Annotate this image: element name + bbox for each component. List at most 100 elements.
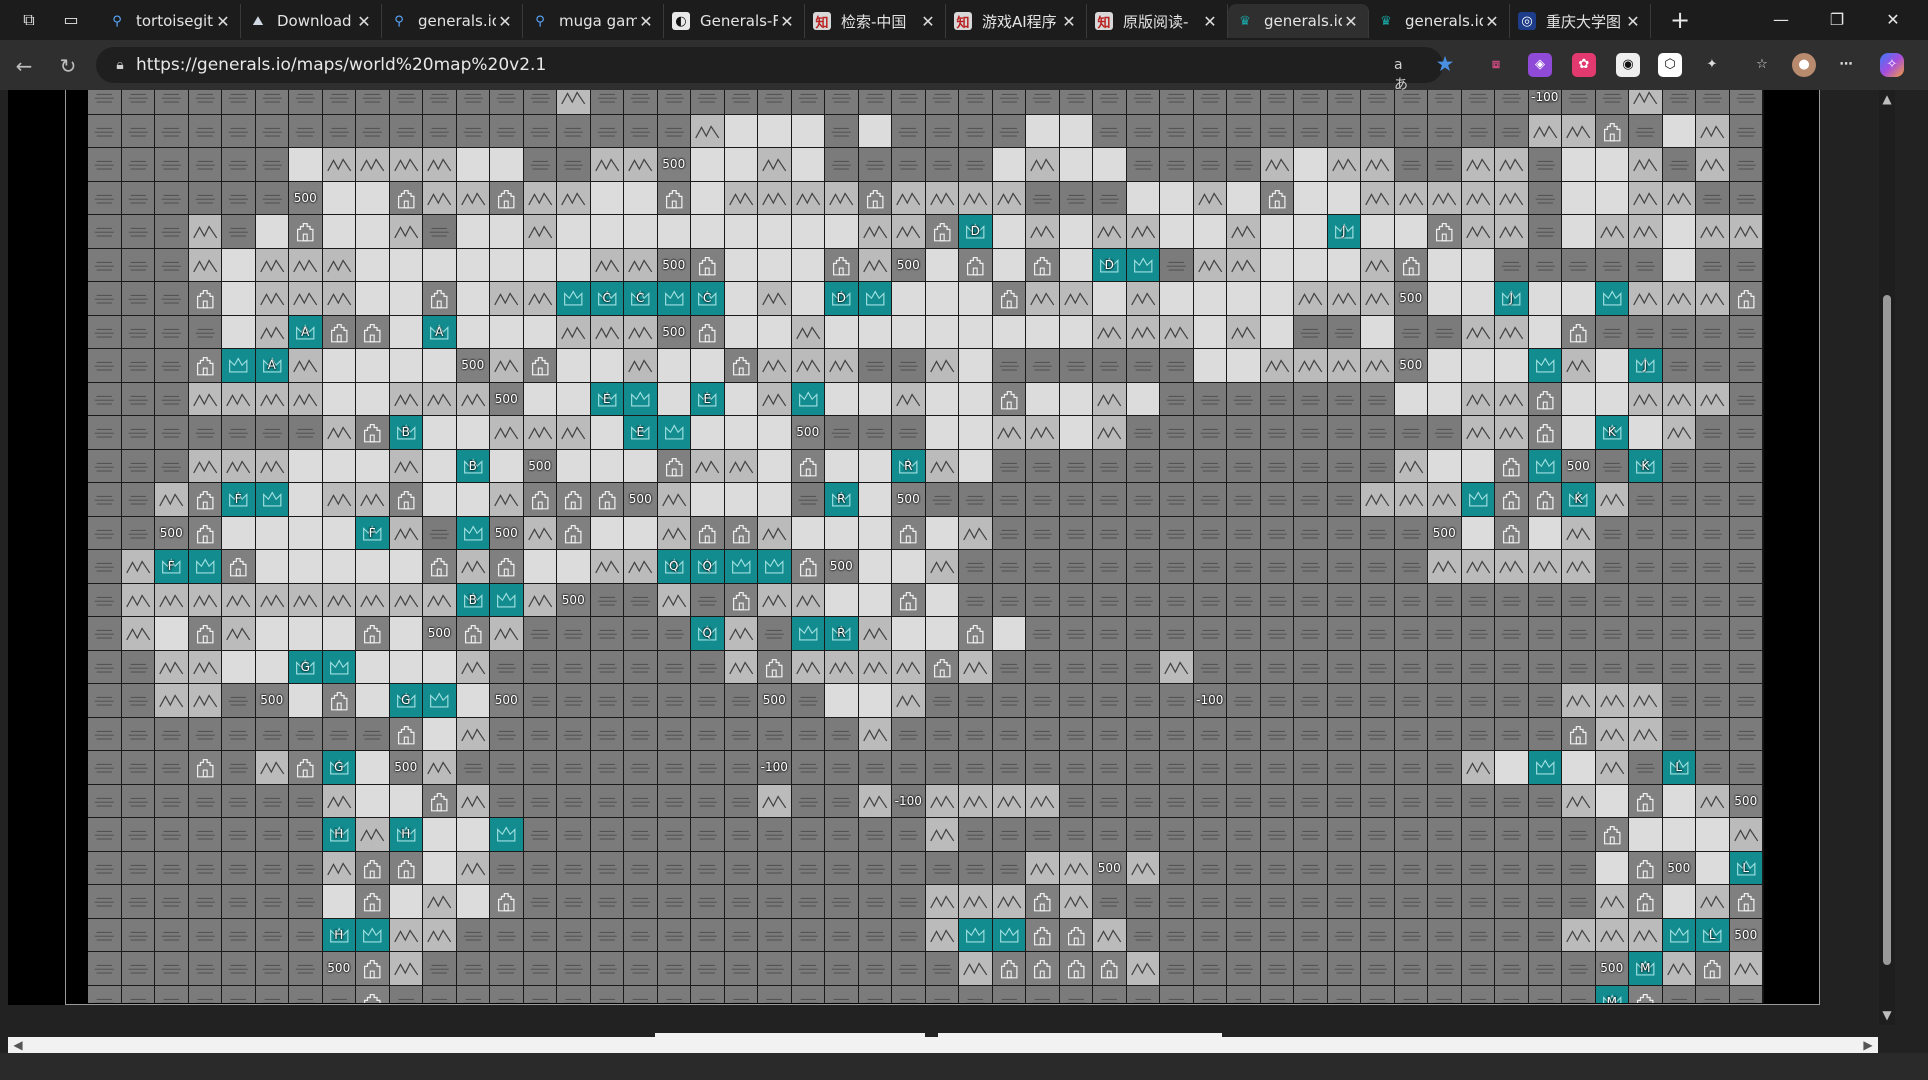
fog-tile[interactable]: [1160, 449, 1194, 483]
plain-tile[interactable]: [959, 449, 993, 483]
mountain-tile[interactable]: [557, 416, 591, 450]
fog-tile[interactable]: [1595, 550, 1629, 584]
plain-tile[interactable]: [1562, 282, 1596, 316]
city-tile[interactable]: 500: [289, 181, 323, 215]
mountain-tile[interactable]: [657, 583, 691, 617]
mountain-tile[interactable]: [1696, 784, 1730, 818]
mountain-tile[interactable]: [1562, 114, 1596, 148]
plain-tile[interactable]: [289, 550, 323, 584]
fog-tile[interactable]: [1227, 516, 1261, 550]
fog-tile[interactable]: [222, 918, 256, 952]
city-tile[interactable]: [490, 550, 524, 584]
city-tile[interactable]: 500: [490, 516, 524, 550]
fog-tile[interactable]: [1528, 985, 1562, 1003]
fog-tile[interactable]: [1696, 483, 1730, 517]
fog-tile[interactable]: [1193, 617, 1227, 651]
mountain-tile[interactable]: [389, 382, 423, 416]
mountain-tile[interactable]: [758, 516, 792, 550]
plain-tile[interactable]: [423, 416, 457, 450]
mountain-tile[interactable]: [858, 248, 892, 282]
plain-tile[interactable]: [892, 550, 926, 584]
fog-tile[interactable]: [1495, 90, 1529, 115]
horizontal-scrollbar[interactable]: ◀ ▶: [8, 1037, 1878, 1053]
fog-tile[interactable]: [1260, 751, 1294, 785]
fog-tile[interactable]: [523, 114, 557, 148]
fog-tile[interactable]: [188, 717, 222, 751]
plain-tile[interactable]: [1294, 181, 1328, 215]
city-tile[interactable]: 500: [423, 617, 457, 651]
fog-tile[interactable]: [1428, 617, 1462, 651]
city-tile[interactable]: [557, 516, 591, 550]
fog-tile[interactable]: [925, 483, 959, 517]
city-tile[interactable]: [959, 248, 993, 282]
general-tile[interactable]: D: [825, 282, 859, 316]
general-tile[interactable]: [624, 382, 658, 416]
plain-tile[interactable]: [1193, 349, 1227, 383]
plain-tile[interactable]: [1394, 382, 1428, 416]
fog-tile[interactable]: [1428, 784, 1462, 818]
mountain-tile[interactable]: [1294, 282, 1328, 316]
fog-tile[interactable]: [188, 114, 222, 148]
city-tile[interactable]: [423, 282, 457, 316]
fog-tile[interactable]: [1562, 650, 1596, 684]
fog-tile[interactable]: [791, 684, 825, 718]
fog-tile[interactable]: [1696, 985, 1730, 1003]
swamp-tile[interactable]: -100: [758, 751, 792, 785]
plain-tile[interactable]: [456, 148, 490, 182]
fog-tile[interactable]: [758, 885, 792, 919]
fog-tile[interactable]: [590, 985, 624, 1003]
mountain-tile[interactable]: [1495, 315, 1529, 349]
mountain-tile[interactable]: [490, 282, 524, 316]
plain-tile[interactable]: [1260, 282, 1294, 316]
fog-tile[interactable]: [456, 114, 490, 148]
mountain-tile[interactable]: [624, 550, 658, 584]
mountain-tile[interactable]: [1562, 550, 1596, 584]
mountain-tile[interactable]: [1160, 650, 1194, 684]
mountain-tile[interactable]: [1528, 550, 1562, 584]
fog-tile[interactable]: [1260, 416, 1294, 450]
mountain-tile[interactable]: [1026, 416, 1060, 450]
plain-tile[interactable]: [758, 114, 792, 148]
city-tile[interactable]: [724, 583, 758, 617]
fog-tile[interactable]: [557, 650, 591, 684]
city-tile[interactable]: [389, 851, 423, 885]
fog-tile[interactable]: [1327, 617, 1361, 651]
fog-tile[interactable]: [155, 248, 189, 282]
mountain-tile[interactable]: [1327, 282, 1361, 316]
mountain-tile[interactable]: [1193, 181, 1227, 215]
fog-tile[interactable]: [1026, 818, 1060, 852]
fog-tile[interactable]: [657, 918, 691, 952]
plain-tile[interactable]: [356, 349, 390, 383]
city-tile[interactable]: [188, 483, 222, 517]
minimize-button[interactable]: —: [1768, 8, 1794, 32]
fog-tile[interactable]: [992, 818, 1026, 852]
fog-tile[interactable]: [88, 516, 122, 550]
fog-tile[interactable]: [88, 282, 122, 316]
mountain-tile[interactable]: [724, 650, 758, 684]
plain-tile[interactable]: [791, 215, 825, 249]
fog-tile[interactable]: [1562, 90, 1596, 115]
city-tile[interactable]: [188, 349, 222, 383]
fog-tile[interactable]: [322, 90, 356, 115]
fog-tile[interactable]: [322, 717, 356, 751]
general-tile[interactable]: G: [289, 650, 323, 684]
fog-tile[interactable]: [858, 90, 892, 115]
fog-tile[interactable]: [1227, 851, 1261, 885]
fog-tile[interactable]: [959, 751, 993, 785]
fog-tile[interactable]: [1562, 617, 1596, 651]
mountain-tile[interactable]: [423, 382, 457, 416]
mountain-tile[interactable]: [356, 483, 390, 517]
mountain-tile[interactable]: [1294, 349, 1328, 383]
general-tile[interactable]: H: [322, 818, 356, 852]
plain-tile[interactable]: [490, 315, 524, 349]
general-tile[interactable]: F: [356, 516, 390, 550]
fog-tile[interactable]: [858, 985, 892, 1003]
plain-tile[interactable]: [1160, 282, 1194, 316]
fog-tile[interactable]: [1294, 784, 1328, 818]
fog-tile[interactable]: [892, 148, 926, 182]
mountain-tile[interactable]: [1394, 483, 1428, 517]
city-tile[interactable]: [1059, 952, 1093, 986]
city-tile[interactable]: 500: [892, 248, 926, 282]
city-tile[interactable]: [188, 617, 222, 651]
mountain-tile[interactable]: [289, 282, 323, 316]
